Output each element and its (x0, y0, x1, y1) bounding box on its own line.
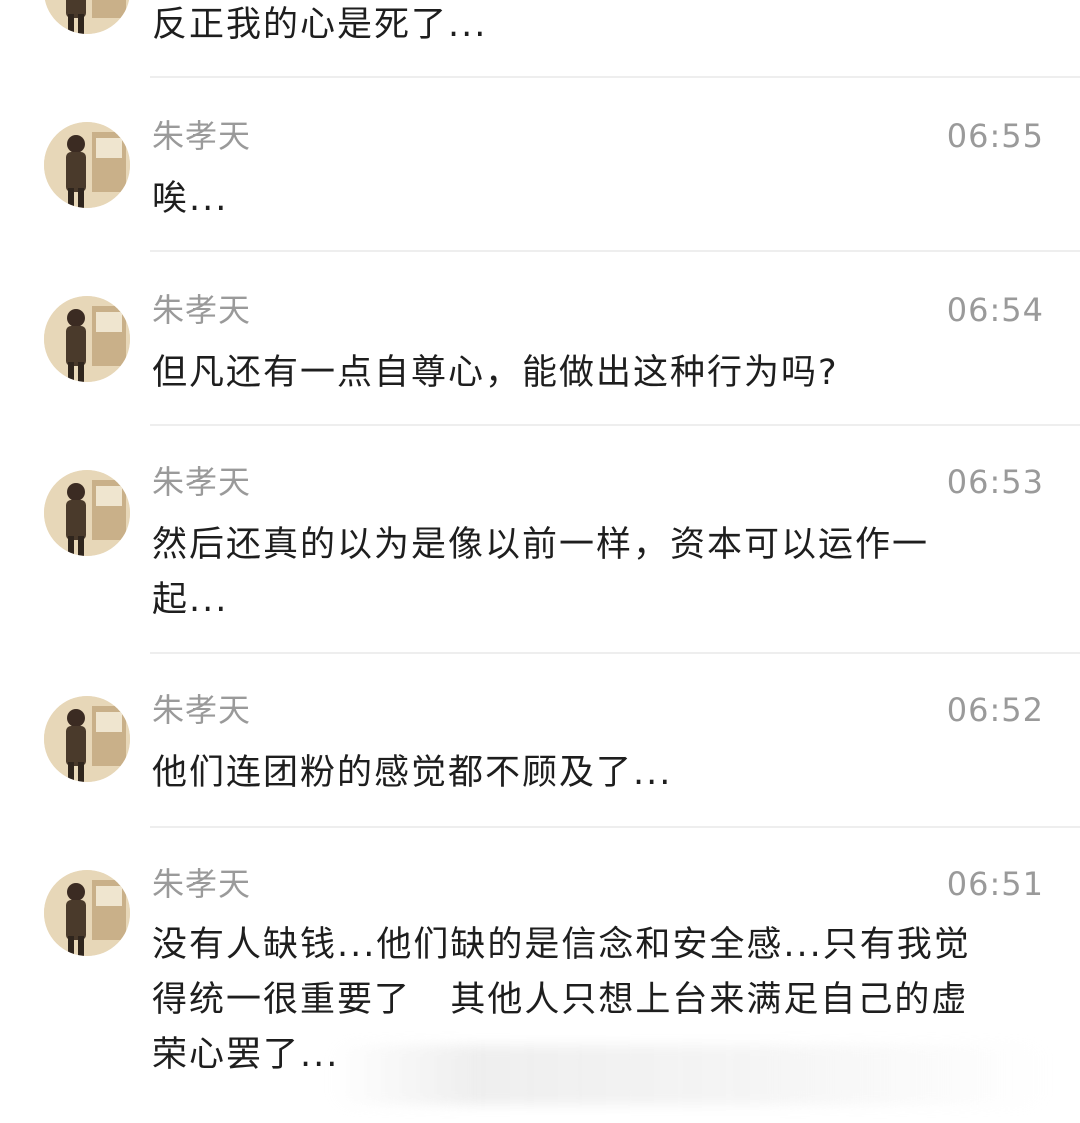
message-item[interactable]: 朱孝天 06:54 但凡还有一点自尊心，能做出这种行为吗? (0, 252, 1080, 426)
sender-name: 朱孝天 (152, 691, 252, 729)
message-time: 06:52 (946, 691, 1044, 729)
avatar-icon[interactable] (44, 296, 130, 382)
sender-name: 朱孝天 (152, 463, 252, 501)
avatar-icon[interactable] (44, 870, 130, 956)
message-time: 06:54 (946, 291, 1044, 329)
message-time: 06:53 (946, 463, 1044, 501)
avatar-icon[interactable] (44, 470, 130, 556)
avatar-icon[interactable] (44, 122, 130, 208)
message-text: 但凡还有一点自尊心，能做出这种行为吗? (152, 353, 839, 393)
message-time: 06:55 (946, 117, 1044, 155)
message-text: 他们连团粉的感觉都不顾及了... (152, 753, 673, 793)
message-time: 06:51 (946, 865, 1044, 903)
sender-name: 朱孝天 (152, 865, 252, 903)
sender-name: 朱孝天 (152, 117, 252, 155)
message-item[interactable]: 朱孝天 06:55 唉... (0, 78, 1080, 252)
message-list: 反正我的心是死了... 朱孝天 06:55 唉... 朱孝天 06:54 但凡还… (0, 0, 1080, 1123)
message-text: 然后还真的以为是像以前一样，资本可以运作一 起... (152, 525, 930, 620)
avatar-icon[interactable] (44, 696, 130, 782)
message-text: 唉... (152, 179, 229, 219)
message-item[interactable]: 朱孝天 06:52 他们连团粉的感觉都不顾及了... (0, 654, 1080, 828)
avatar-icon[interactable] (44, 0, 130, 34)
sender-name: 朱孝天 (152, 291, 252, 329)
message-text: 反正我的心是死了... (152, 5, 488, 45)
blurred-watermark (330, 1045, 1050, 1105)
message-item-top[interactable]: 反正我的心是死了... (0, 0, 1080, 78)
message-item[interactable]: 朱孝天 06:53 然后还真的以为是像以前一样，资本可以运作一 起... (0, 426, 1080, 654)
